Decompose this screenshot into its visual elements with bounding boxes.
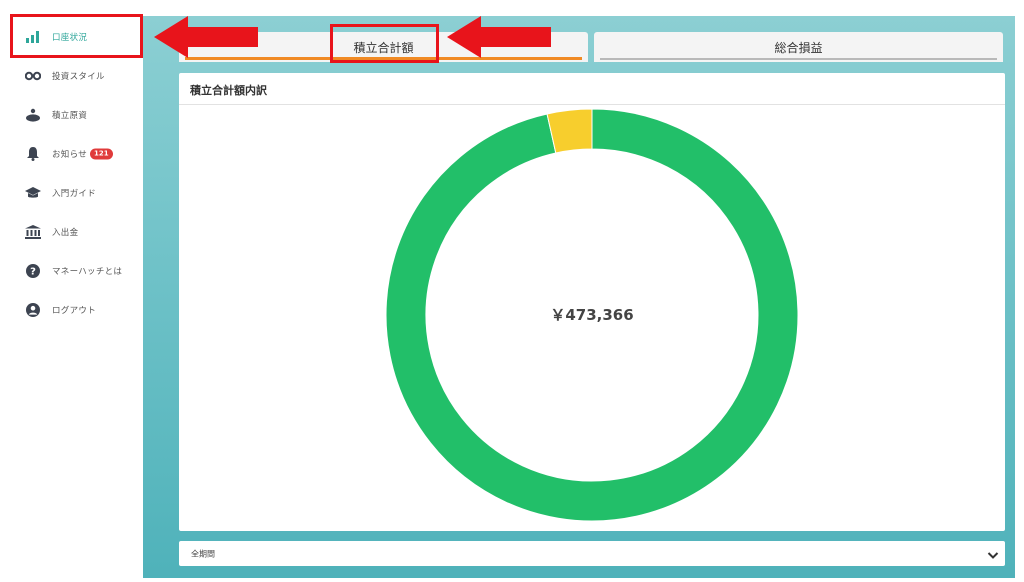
savings-breakdown-card: 積立合計額内訳 ￥473,366 xyxy=(179,73,1005,531)
sidebar-item-label: 投資スタイル xyxy=(52,71,105,82)
notification-badge: 121 xyxy=(90,148,113,159)
tab-bar: 積立合計額 総合損益 xyxy=(179,32,1003,62)
sidebar-item-label: お知らせ xyxy=(52,149,88,160)
sidebar-item-guide[interactable]: 入門ガイド xyxy=(0,173,143,212)
bell-icon xyxy=(24,146,42,162)
sidebar-item-label: マネーハッチとは xyxy=(52,266,123,277)
sidebar-item-logout[interactable]: ログアウト xyxy=(0,290,143,329)
chevron-down-icon xyxy=(987,544,999,563)
main-panel: 積立合計額 総合損益 積立合計額内訳 ￥473,366 全期間 xyxy=(143,16,1015,578)
sidebar-item-label: ログアウト xyxy=(52,305,97,316)
glasses-icon xyxy=(24,68,42,84)
sidebar-item-label: 入門ガイド xyxy=(52,188,97,199)
donut-segment-1 xyxy=(546,108,593,154)
sidebar-item-investment-style[interactable]: 投資スタイル xyxy=(0,56,143,95)
tab-total-profit-loss[interactable]: 総合損益 xyxy=(594,32,1003,62)
period-select[interactable]: 全期間 xyxy=(179,541,1005,566)
graduation-cap-icon xyxy=(24,185,42,201)
user-circle-icon xyxy=(24,302,42,318)
arrow-left-icon xyxy=(447,16,551,58)
sidebar-item-label: 積立原資 xyxy=(52,110,88,121)
bank-icon xyxy=(24,224,42,240)
svg-text:?: ? xyxy=(30,266,36,277)
highlight-box-sidebar xyxy=(10,14,143,58)
question-circle-icon: ? xyxy=(24,263,42,279)
tab-label: 総合損益 xyxy=(774,40,823,55)
sidebar-item-about[interactable]: ? マネーハッチとは xyxy=(0,251,143,290)
sidebar-item-label: 入出金 xyxy=(52,227,79,238)
donut-chart: ￥473,366 xyxy=(385,108,799,522)
sidebar-item-deposit-withdraw[interactable]: 入出金 xyxy=(0,212,143,251)
arrow-left-icon xyxy=(154,16,258,58)
sidebar-item-news[interactable]: お知らせ 121 xyxy=(0,134,143,173)
tab-indicator xyxy=(600,58,997,60)
piggy-bank-icon xyxy=(24,107,42,123)
donut-center-total: ￥473,366 xyxy=(550,306,633,324)
highlight-box-tab xyxy=(330,24,439,63)
period-select-value: 全期間 xyxy=(191,549,215,558)
sidebar-item-savings-source[interactable]: 積立原資 xyxy=(0,95,143,134)
sidebar: 口座状況 投資スタイル 積立原資 お知らせ 121 入門ガイド 入出金 ? マネ… xyxy=(0,0,143,582)
